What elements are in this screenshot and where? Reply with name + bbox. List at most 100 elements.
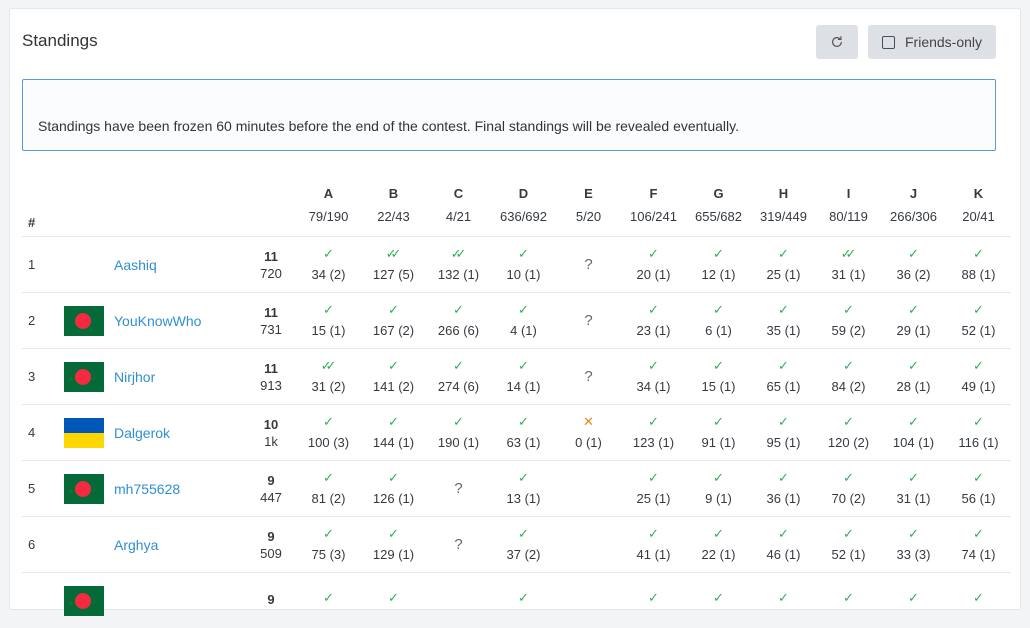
problem-header-i[interactable]: I80/119	[816, 174, 881, 237]
problem-result-cell[interactable]: ✓✓132 (1)	[426, 237, 491, 293]
problem-result-cell[interactable]	[556, 573, 621, 628]
problem-result-cell[interactable]: ✓274 (6)	[426, 349, 491, 405]
problem-result-cell[interactable]: ?	[426, 517, 491, 573]
problem-result-cell[interactable]	[556, 517, 621, 573]
problem-result-cell[interactable]: ✓9 (1)	[686, 461, 751, 517]
problem-result-cell[interactable]: ✓95 (1)	[751, 405, 816, 461]
problem-result-cell[interactable]: ✓52 (1)	[946, 293, 1011, 349]
problem-result-cell[interactable]: ✓	[621, 573, 686, 628]
problem-result-cell[interactable]: ✓74 (1)	[946, 517, 1011, 573]
problem-result-cell[interactable]: ✓	[686, 573, 751, 628]
problem-result-cell[interactable]: ✓14 (1)	[491, 349, 556, 405]
problem-result-cell[interactable]	[556, 461, 621, 517]
problem-result-cell[interactable]: ✓81 (2)	[296, 461, 361, 517]
problem-header-f[interactable]: F106/241	[621, 174, 686, 237]
problem-header-d[interactable]: D636/692	[491, 174, 556, 237]
problem-result-cell[interactable]: ✓13 (1)	[491, 461, 556, 517]
problem-result-cell[interactable]: ✓84 (2)	[816, 349, 881, 405]
problem-result-cell[interactable]: ✓10 (1)	[491, 237, 556, 293]
problem-result-cell[interactable]: ✓	[491, 573, 556, 628]
friends-only-checkbox[interactable]	[882, 36, 895, 49]
problem-letter[interactable]: F	[621, 186, 686, 201]
problem-result-cell[interactable]: ✓65 (1)	[751, 349, 816, 405]
problem-result-cell[interactable]: ✓144 (1)	[361, 405, 426, 461]
problem-letter[interactable]: J	[881, 186, 946, 201]
problem-result-cell[interactable]: ?	[426, 461, 491, 517]
problem-result-cell[interactable]: ✓46 (1)	[751, 517, 816, 573]
problem-header-h[interactable]: H319/449	[751, 174, 816, 237]
problem-result-cell[interactable]: ✓123 (1)	[621, 405, 686, 461]
problem-letter[interactable]: H	[751, 186, 816, 201]
problem-result-cell[interactable]: ✓4 (1)	[491, 293, 556, 349]
user-handle-link[interactable]: Aashiq	[114, 257, 157, 273]
problem-letter[interactable]: K	[946, 186, 1011, 201]
problem-result-cell[interactable]: ✓	[361, 573, 426, 628]
problem-result-cell[interactable]: ✓	[751, 573, 816, 628]
problem-result-cell[interactable]: ✓	[296, 573, 361, 628]
problem-result-cell[interactable]: ✓88 (1)	[946, 237, 1011, 293]
problem-result-cell[interactable]: ✓70 (2)	[816, 461, 881, 517]
problem-result-cell[interactable]: ✓52 (1)	[816, 517, 881, 573]
problem-result-cell[interactable]: ✓31 (1)	[881, 461, 946, 517]
problem-result-cell[interactable]: ✓22 (1)	[686, 517, 751, 573]
problem-result-cell[interactable]: ✓15 (1)	[296, 293, 361, 349]
problem-result-cell[interactable]: ✕0 (1)	[556, 405, 621, 461]
problem-header-k[interactable]: K20/41	[946, 174, 1011, 237]
problem-result-cell[interactable]: ✓✓127 (5)	[361, 237, 426, 293]
problem-result-cell[interactable]: ✓129 (1)	[361, 517, 426, 573]
problem-result-cell[interactable]: ✓59 (2)	[816, 293, 881, 349]
problem-result-cell[interactable]: ✓36 (1)	[751, 461, 816, 517]
problem-result-cell[interactable]: ✓28 (1)	[881, 349, 946, 405]
problem-header-a[interactable]: A79/190	[296, 174, 361, 237]
user-handle-link[interactable]: Arghya	[114, 537, 158, 553]
problem-result-cell[interactable]: ✓15 (1)	[686, 349, 751, 405]
problem-result-cell[interactable]: ✓✓31 (1)	[816, 237, 881, 293]
problem-result-cell[interactable]: ✓25 (1)	[751, 237, 816, 293]
problem-result-cell[interactable]: ✓	[881, 573, 946, 628]
problem-result-cell[interactable]: ✓29 (1)	[881, 293, 946, 349]
problem-result-cell[interactable]: ✓33 (3)	[881, 517, 946, 573]
problem-result-cell[interactable]: ✓34 (1)	[621, 349, 686, 405]
problem-header-g[interactable]: G655/682	[686, 174, 751, 237]
problem-result-cell[interactable]: ✓	[816, 573, 881, 628]
friends-only-toggle[interactable]: Friends-only	[868, 25, 996, 59]
problem-result-cell[interactable]: ✓120 (2)	[816, 405, 881, 461]
problem-letter[interactable]: G	[686, 186, 751, 201]
problem-letter[interactable]: I	[816, 186, 881, 201]
problem-result-cell[interactable]: ✓41 (1)	[621, 517, 686, 573]
problem-result-cell[interactable]: ✓266 (6)	[426, 293, 491, 349]
problem-result-cell[interactable]: ✓56 (1)	[946, 461, 1011, 517]
problem-result-cell[interactable]: ✓34 (2)	[296, 237, 361, 293]
problem-result-cell[interactable]: ✓100 (3)	[296, 405, 361, 461]
problem-result-cell[interactable]	[426, 573, 491, 628]
problem-letter[interactable]: E	[556, 186, 621, 201]
problem-result-cell[interactable]: ✓37 (2)	[491, 517, 556, 573]
problem-result-cell[interactable]: ✓35 (1)	[751, 293, 816, 349]
problem-header-e[interactable]: E5/20	[556, 174, 621, 237]
problem-letter[interactable]: A	[296, 186, 361, 201]
problem-result-cell[interactable]: ✓104 (1)	[881, 405, 946, 461]
problem-result-cell[interactable]: ✓126 (1)	[361, 461, 426, 517]
user-handle-link[interactable]: YouKnowWho	[114, 313, 201, 329]
problem-result-cell[interactable]: ✓63 (1)	[491, 405, 556, 461]
problem-result-cell[interactable]: ✓141 (2)	[361, 349, 426, 405]
user-handle-link[interactable]: Nirjhor	[114, 369, 155, 385]
problem-result-cell[interactable]: ✓75 (3)	[296, 517, 361, 573]
user-handle-link[interactable]: Dalgerok	[114, 425, 170, 441]
problem-result-cell[interactable]: ?	[556, 237, 621, 293]
refresh-button[interactable]	[816, 25, 858, 59]
problem-result-cell[interactable]: ✓23 (1)	[621, 293, 686, 349]
problem-letter[interactable]: D	[491, 186, 556, 201]
problem-result-cell[interactable]: ✓36 (2)	[881, 237, 946, 293]
problem-header-j[interactable]: J266/306	[881, 174, 946, 237]
problem-result-cell[interactable]: ✓20 (1)	[621, 237, 686, 293]
problem-letter[interactable]: B	[361, 186, 426, 201]
problem-result-cell[interactable]: ✓25 (1)	[621, 461, 686, 517]
problem-result-cell[interactable]: ✓12 (1)	[686, 237, 751, 293]
problem-result-cell[interactable]: ✓91 (1)	[686, 405, 751, 461]
problem-result-cell[interactable]: ?	[556, 349, 621, 405]
user-handle-link[interactable]: mh755628	[114, 481, 180, 497]
problem-result-cell[interactable]: ✓✓31 (2)	[296, 349, 361, 405]
problem-result-cell[interactable]: ✓	[946, 573, 1011, 628]
problem-result-cell[interactable]: ?	[556, 293, 621, 349]
